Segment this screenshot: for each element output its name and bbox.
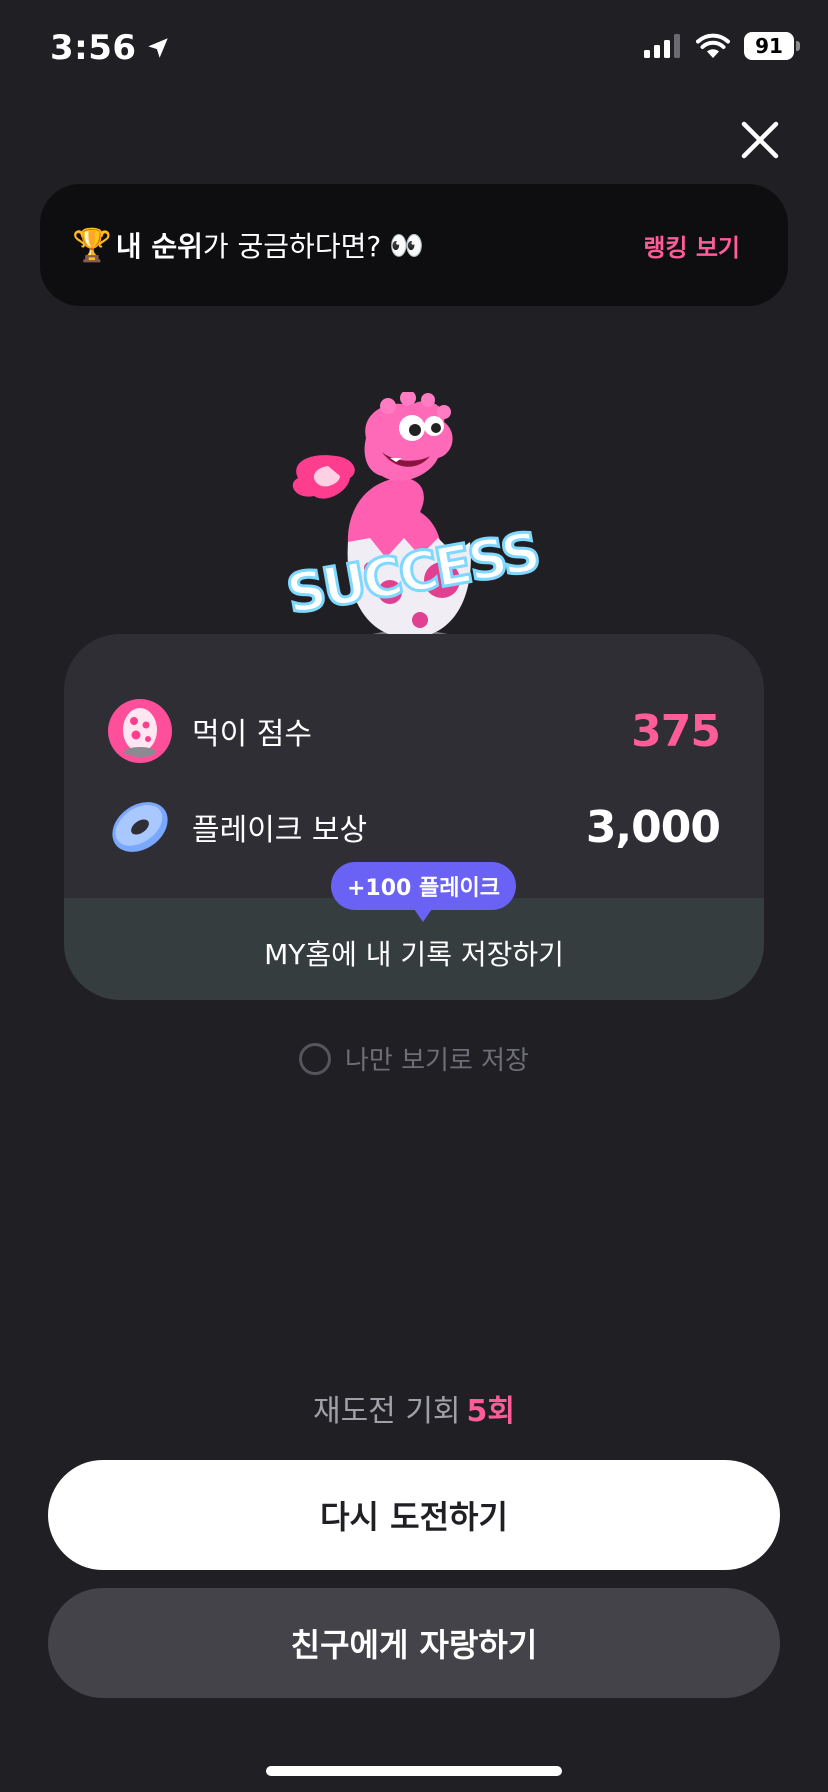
score-row: 먹이 점수 375 (108, 696, 721, 766)
reward-row: 플레이크 보상 3,000 (108, 792, 721, 862)
share-button-label: 친구에게 자랑하기 (290, 1626, 538, 1664)
view-ranking-link[interactable]: 랭킹 보기 (643, 228, 740, 263)
status-bar-time: 3:56 (50, 28, 171, 68)
location-arrow-icon (147, 38, 168, 58)
retry-chances: 재도전 기회 5회 (0, 1386, 828, 1430)
retry-chances-label: 재도전 기회 (312, 1394, 461, 1429)
retry-chances-count: 5회 (466, 1394, 516, 1429)
pink-egg-icon (108, 699, 172, 763)
ranking-prompt: 🏆 내 순위 가 궁금하다면? 👀 (72, 225, 424, 265)
cellular-signal-icon (644, 34, 680, 58)
ranking-banner[interactable]: 🏆 내 순위 가 궁금하다면? 👀 랭킹 보기 (40, 184, 788, 306)
eyes-icon: 👀 (389, 228, 425, 262)
save-to-my-home-label: MY홈에 내 기록 저장하기 (264, 938, 564, 971)
score-label-group: 먹이 점수 (108, 699, 312, 763)
ranking-prompt-bold: 내 순위 (115, 230, 203, 263)
score-value: 375 (631, 705, 721, 757)
result-card: 먹이 점수 375 플레이크 보상 3,000 MY홈에 내 기록 저장하기 (64, 634, 764, 1000)
trophy-icon: 🏆 (72, 226, 112, 264)
game-result-screen: 3:56 91 🏆 내 순위 가 궁금하다면? � (0, 0, 828, 1792)
bonus-flake-text: +100 플레이크 (347, 876, 500, 901)
retry-button-label: 다시 도전하기 (320, 1498, 508, 1536)
blue-donut-icon (112, 802, 168, 852)
private-save-label: 나만 보기로 저장 (345, 1046, 529, 1076)
reward-label-group: 플레이크 보상 (108, 795, 367, 859)
close-icon (741, 121, 779, 159)
private-save-option[interactable]: 나만 보기로 저장 (0, 1040, 828, 1077)
reward-label: 플레이크 보상 (192, 813, 368, 848)
battery-level: 91 (755, 34, 783, 58)
home-indicator[interactable] (266, 1766, 562, 1776)
battery-indicator: 91 (744, 32, 800, 60)
reward-value: 3,000 (585, 801, 721, 853)
ranking-prompt-text: 가 궁금하다면? (202, 230, 382, 263)
close-button[interactable] (736, 116, 784, 164)
private-save-radio[interactable] (299, 1042, 331, 1075)
share-with-friends-button[interactable]: 친구에게 자랑하기 (48, 1588, 780, 1698)
bonus-flake-badge: +100 플레이크 (331, 862, 516, 922)
wifi-icon (696, 33, 730, 58)
status-bar-indicators: 91 (644, 32, 800, 60)
score-label: 먹이 점수 (192, 717, 312, 752)
time-text: 3:56 (50, 28, 137, 68)
retry-button[interactable]: 다시 도전하기 (48, 1460, 780, 1570)
